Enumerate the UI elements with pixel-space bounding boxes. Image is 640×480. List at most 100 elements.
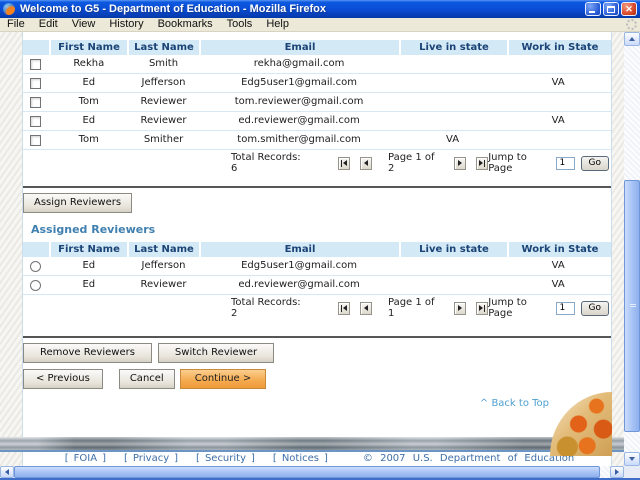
table-row: Ed Reviewer ed.reviewer@gmail.com VA (23, 276, 611, 295)
remove-reviewers-button[interactable]: Remove Reviewers (23, 343, 152, 363)
table-row: Tom Reviewer tom.reviewer@gmail.com (23, 93, 611, 112)
row-radio[interactable] (30, 280, 41, 291)
table-row: Rekha Smith rekha@gmail.com (23, 55, 611, 74)
table-row: Ed Reviewer ed.reviewer@gmail.com VA (23, 112, 611, 131)
row-checkbox[interactable] (30, 135, 41, 146)
scroll-up-button[interactable] (624, 32, 640, 46)
cell-first-name: Ed (51, 257, 127, 275)
live-in-state-header: Live in state (401, 40, 507, 55)
jump-to-page-input[interactable] (556, 302, 575, 315)
cell-email: Edg5user1@gmail.com (200, 257, 397, 275)
cell-last-name: Reviewer (129, 276, 199, 294)
cell-first-name: Tom (51, 93, 127, 111)
menu-history[interactable]: History (102, 18, 150, 31)
section-divider (23, 336, 611, 338)
cell-first-name: Rekha (51, 55, 127, 73)
scroll-down-button[interactable] (624, 452, 640, 466)
cell-last-name: Reviewer (129, 112, 199, 130)
row-checkbox[interactable] (30, 59, 41, 70)
cancel-button[interactable]: Cancel (119, 369, 175, 389)
maximize-button[interactable] (603, 2, 619, 16)
row-radio[interactable] (30, 261, 41, 272)
switch-reviewer-button[interactable]: Switch Reviewer (158, 343, 274, 363)
close-icon: ✕ (625, 5, 633, 14)
menu-edit[interactable]: Edit (32, 18, 65, 31)
back-to-top-link[interactable]: ^ Back to Top (480, 398, 549, 409)
copyright-text: © 2007 U.S. Department of Education (363, 453, 574, 464)
bracket: ] (169, 453, 183, 464)
page-footer: [FOIA] [Privacy] [Security] [Notices] © … (23, 453, 611, 464)
cell-live-in-state: VA (400, 131, 506, 149)
bracket: ] (246, 453, 260, 464)
horizontal-scrollbar (0, 466, 624, 478)
menu-help[interactable]: Help (259, 18, 296, 31)
footer-link-security[interactable]: Security (205, 453, 246, 464)
maximize-icon (607, 6, 615, 13)
go-button[interactable]: Go (581, 301, 609, 316)
classroom-photo (550, 392, 612, 456)
scroll-left-button[interactable] (0, 466, 14, 478)
vertical-scrollbar (624, 32, 640, 466)
first-page-button[interactable] (338, 302, 350, 315)
row-checkbox[interactable] (30, 97, 41, 108)
previous-button[interactable]: < Previous (23, 369, 103, 389)
row-checkbox[interactable] (30, 78, 41, 89)
cell-work-in-state: VA (507, 112, 609, 130)
select-column-header (23, 242, 49, 257)
cell-email: rekha@gmail.com (200, 55, 397, 73)
scrollbar-corner (624, 466, 640, 478)
title-bar: Welcome to G5 - Department of Education … (0, 0, 640, 18)
next-page-button[interactable] (454, 302, 466, 315)
first-name-header: First Name (51, 242, 127, 257)
section-divider (23, 186, 611, 188)
cell-first-name: Ed (51, 276, 127, 294)
cell-first-name: Ed (51, 74, 127, 92)
minimize-button[interactable] (585, 2, 601, 16)
go-button[interactable]: Go (581, 156, 609, 171)
menu-bookmarks[interactable]: Bookmarks (151, 18, 220, 31)
bracket: [ (191, 453, 205, 464)
continue-button[interactable]: Continue > (180, 369, 267, 389)
jump-to-page-label: Jump to Page (488, 152, 547, 174)
email-header: Email (201, 40, 399, 55)
scroll-right-button[interactable] (610, 466, 624, 478)
last-name-header: Last Name (129, 40, 199, 55)
menu-tools[interactable]: Tools (220, 18, 260, 31)
horizontal-scroll-thumb[interactable] (14, 466, 600, 478)
cell-first-name: Tom (51, 131, 127, 149)
right-arrow-icon (615, 469, 619, 475)
footer-link-privacy[interactable]: Privacy (133, 453, 169, 464)
table-header-row: First Name Last Name Email Live in state… (23, 242, 611, 257)
footer-link-foia[interactable]: FOIA (74, 453, 97, 464)
menu-view[interactable]: View (65, 18, 103, 31)
row-checkbox[interactable] (30, 116, 41, 127)
first-page-button[interactable] (338, 157, 350, 170)
close-button[interactable]: ✕ (621, 2, 637, 16)
last-page-button[interactable] (476, 302, 488, 315)
table-header-row: First Name Last Name Email Live in state… (23, 40, 611, 55)
assign-reviewers-button[interactable]: Assign Reviewers (23, 193, 132, 213)
table-row: Tom Smither tom.smither@gmail.com VA (23, 131, 611, 150)
total-records-label: Total Records: 2 (231, 297, 302, 319)
menu-bar: File Edit View History Bookmarks Tools H… (0, 18, 640, 32)
prev-page-button[interactable] (360, 302, 372, 315)
minimize-icon (589, 11, 595, 13)
jump-to-page-label: Jump to Page (488, 297, 547, 319)
window-title: Welcome to G5 - Department of Education … (20, 3, 585, 15)
cell-email: tom.reviewer@gmail.com (200, 93, 397, 111)
next-page-button[interactable] (454, 157, 466, 170)
cell-last-name: Smither (129, 131, 199, 149)
cell-last-name: Smith (129, 55, 199, 73)
menu-file[interactable]: File (0, 18, 32, 31)
vertical-scroll-thumb[interactable] (624, 180, 640, 432)
jump-to-page-input[interactable] (556, 157, 575, 170)
last-name-header: Last Name (129, 242, 199, 257)
down-arrow-icon (629, 457, 635, 461)
cell-work-in-state: VA (507, 276, 609, 294)
last-page-button[interactable] (476, 157, 488, 170)
bracket: ] (97, 453, 111, 464)
prev-page-button[interactable] (360, 157, 372, 170)
footer-link-notices[interactable]: Notices (282, 453, 319, 464)
cell-email: ed.reviewer@gmail.com (200, 112, 397, 130)
cell-email: tom.smither@gmail.com (200, 131, 397, 149)
